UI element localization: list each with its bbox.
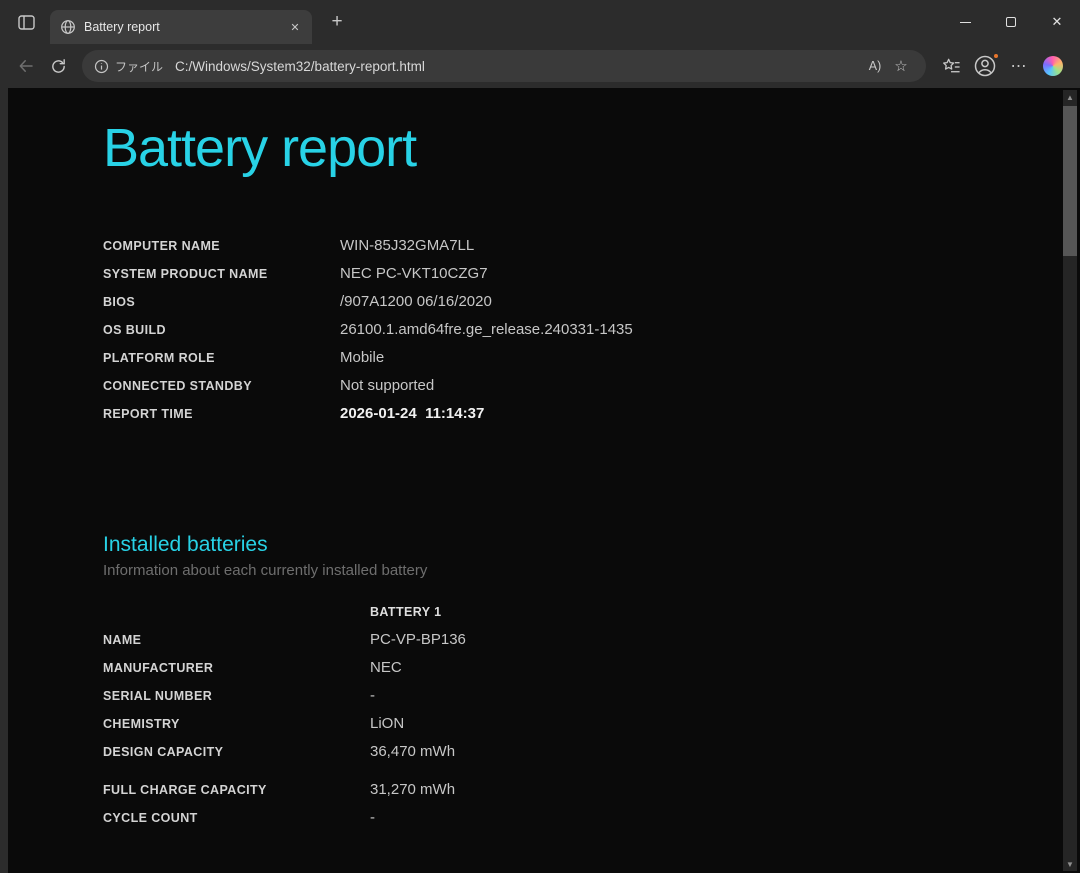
- vertical-scrollbar[interactable]: ▲ ▼: [1063, 90, 1077, 871]
- url-text: C:/Windows/System32/battery-report.html: [175, 59, 862, 74]
- profile-button[interactable]: [968, 50, 1002, 82]
- row-label: SYSTEM PRODUCT NAME: [103, 267, 340, 281]
- plus-icon: +: [331, 11, 342, 33]
- section-subtitle: Information about each currently install…: [103, 562, 1080, 579]
- row-label: PLATFORM ROLE: [103, 351, 340, 365]
- row-label: DESIGN CAPACITY: [103, 745, 370, 759]
- new-tab-button[interactable]: +: [322, 7, 352, 37]
- browser-window: Battery report ✕ + ✕: [0, 0, 1080, 873]
- settings-menu-button[interactable]: ⋯: [1002, 50, 1036, 82]
- table-row: SERIAL NUMBER -: [103, 687, 1080, 715]
- close-window-button[interactable]: ✕: [1034, 0, 1080, 44]
- copilot-icon: [1043, 56, 1063, 76]
- maximize-button[interactable]: [988, 0, 1034, 44]
- ellipsis-icon: ⋯: [1011, 56, 1028, 76]
- scrollbar-thumb[interactable]: [1063, 106, 1077, 256]
- table-row: OS BUILD 26100.1.amd64fre.ge_release.240…: [103, 321, 1080, 349]
- tab-close-button[interactable]: ✕: [286, 18, 304, 36]
- refresh-icon: [50, 58, 67, 75]
- close-icon: ✕: [1052, 14, 1063, 30]
- row-label: CYCLE COUNT: [103, 811, 370, 825]
- notification-dot: [992, 52, 1000, 60]
- row-value: /907A1200 06/16/2020: [340, 293, 1080, 310]
- row-value: Not supported: [340, 377, 1080, 394]
- copilot-button[interactable]: [1036, 50, 1070, 82]
- read-aloud-button[interactable]: A): [862, 53, 888, 79]
- scroll-up-icon[interactable]: ▲: [1063, 90, 1077, 104]
- table-header-row: BATTERY 1: [103, 605, 1080, 631]
- table-row: PLATFORM ROLE Mobile: [103, 349, 1080, 377]
- read-aloud-icon: A): [869, 59, 882, 73]
- minimize-icon: [960, 22, 971, 23]
- favorites-hub-button[interactable]: [934, 50, 968, 82]
- star-icon: ☆: [894, 57, 907, 75]
- row-label: CHEMISTRY: [103, 717, 370, 731]
- maximize-icon: [1006, 17, 1016, 27]
- tab-actions-menu-button[interactable]: [8, 7, 44, 37]
- row-label: REPORT TIME: [103, 407, 340, 421]
- row-value: WIN-85J32GMA7LL: [340, 237, 1080, 254]
- table-row: COMPUTER NAME WIN-85J32GMA7LL: [103, 237, 1080, 265]
- window-controls: ✕: [942, 0, 1080, 44]
- address-toolbar: ファイル C:/Windows/System32/battery-report.…: [0, 44, 1080, 88]
- row-value: 2026-01-24 11:14:37: [340, 405, 1080, 422]
- table-row: CYCLE COUNT -: [103, 809, 1080, 837]
- back-arrow-icon: [17, 57, 35, 75]
- system-info-table: COMPUTER NAME WIN-85J32GMA7LL SYSTEM PRO…: [103, 237, 1080, 433]
- table-row: REPORT TIME 2026-01-24 11:14:37: [103, 405, 1080, 433]
- row-value: NEC PC-VKT10CZG7: [340, 265, 1080, 282]
- row-value: 36,470 mWh: [370, 743, 1080, 760]
- globe-favicon-icon: [60, 19, 76, 35]
- add-favorite-button[interactable]: ☆: [888, 53, 914, 79]
- row-value: PC-VP-BP136: [370, 631, 1080, 648]
- favorites-star-list-icon: [942, 57, 961, 76]
- table-row: DESIGN CAPACITY 36,470 mWh: [103, 743, 1080, 771]
- close-icon: ✕: [290, 21, 299, 34]
- table-row: MANUFACTURER NEC: [103, 659, 1080, 687]
- battery-report: Battery report COMPUTER NAME WIN-85J32GM…: [8, 116, 1080, 837]
- tab-title: Battery report: [84, 20, 286, 34]
- table-row: BIOS /907A1200 06/16/2020: [103, 293, 1080, 321]
- row-label: COMPUTER NAME: [103, 239, 340, 253]
- row-label: CONNECTED STANDBY: [103, 379, 340, 393]
- row-label: OS BUILD: [103, 323, 340, 337]
- table-row: FULL CHARGE CAPACITY 31,270 mWh: [103, 781, 1080, 809]
- row-label: FULL CHARGE CAPACITY: [103, 783, 370, 797]
- section-heading-installed-batteries: Installed batteries: [103, 533, 1080, 557]
- table-row: CHEMISTRY LiON: [103, 715, 1080, 743]
- tab-bar: Battery report ✕ + ✕: [0, 0, 1080, 44]
- avatar: [973, 54, 997, 78]
- table-row: SYSTEM PRODUCT NAME NEC PC-VKT10CZG7: [103, 265, 1080, 293]
- installed-batteries-table: BATTERY 1 NAME PC-VP-BP136 MANUFACTURER …: [103, 605, 1080, 837]
- row-value: 26100.1.amd64fre.ge_release.240331-1435: [340, 321, 1080, 338]
- url-scheme-label: ファイル: [115, 58, 163, 75]
- row-value: LiON: [370, 715, 1080, 732]
- page-title: Battery report: [103, 116, 1080, 181]
- tab-actions-menu-icon: [18, 15, 35, 30]
- row-label: SERIAL NUMBER: [103, 689, 370, 703]
- column-header: BATTERY 1: [370, 605, 1080, 619]
- back-button[interactable]: [10, 50, 42, 82]
- table-row: CONNECTED STANDBY Not supported: [103, 377, 1080, 405]
- row-label: NAME: [103, 633, 370, 647]
- address-bar[interactable]: ファイル C:/Windows/System32/battery-report.…: [82, 50, 926, 82]
- row-value: NEC: [370, 659, 1080, 676]
- page-viewport: Battery report COMPUTER NAME WIN-85J32GM…: [8, 88, 1080, 873]
- row-value: 31,270 mWh: [370, 781, 1080, 798]
- row-value: Mobile: [340, 349, 1080, 366]
- minimize-button[interactable]: [942, 0, 988, 44]
- row-value: -: [370, 809, 1080, 826]
- row-label: BIOS: [103, 295, 340, 309]
- table-row: NAME PC-VP-BP136: [103, 631, 1080, 659]
- refresh-button[interactable]: [42, 50, 74, 82]
- browser-tab[interactable]: Battery report ✕: [50, 10, 312, 44]
- row-label: MANUFACTURER: [103, 661, 370, 675]
- row-value: -: [370, 687, 1080, 704]
- info-icon: [94, 59, 109, 74]
- scroll-down-icon[interactable]: ▼: [1063, 857, 1077, 871]
